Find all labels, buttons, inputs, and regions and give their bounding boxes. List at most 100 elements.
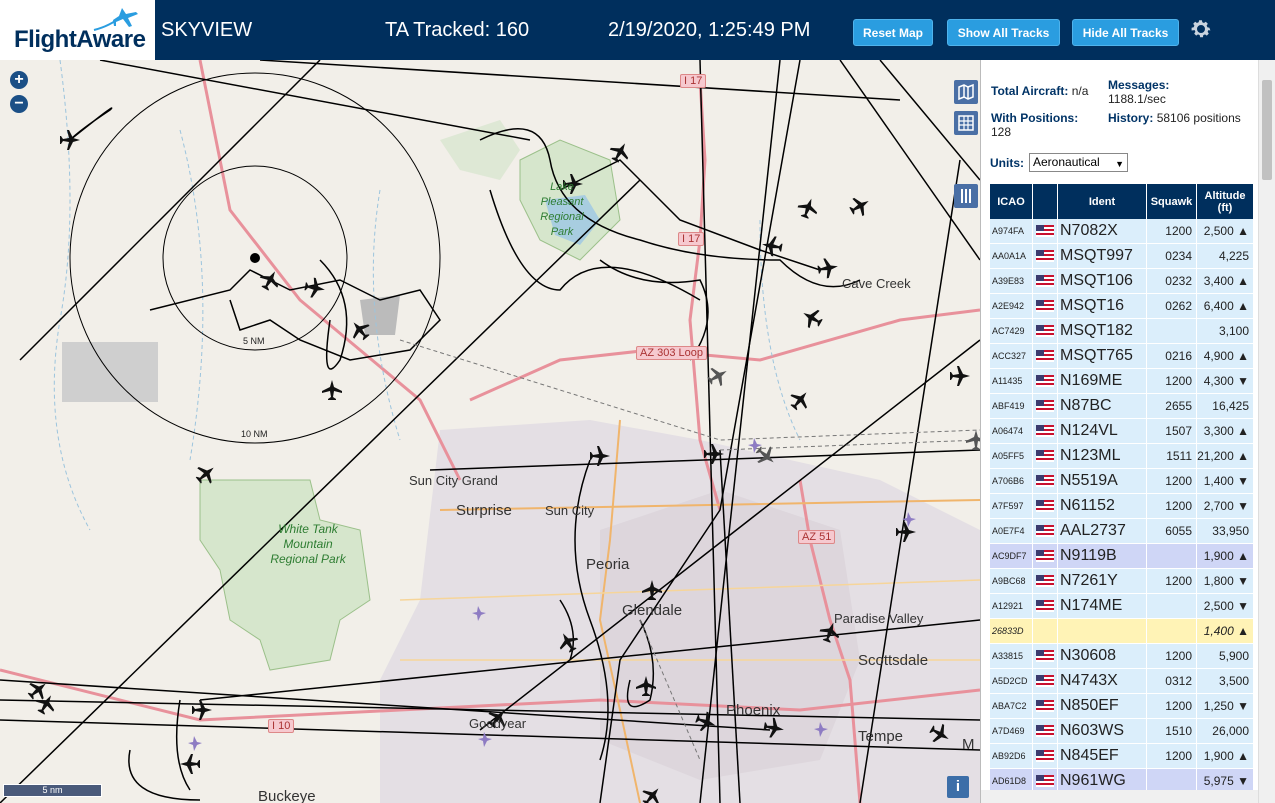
- cell-icao: A0E7F4: [990, 519, 1033, 543]
- place-surprise: Surprise: [456, 502, 512, 519]
- place-scottsdale: Scottsdale: [858, 652, 929, 669]
- col-squawk[interactable]: Squawk: [1147, 184, 1197, 219]
- table-row[interactable]: ABF419 N87BC 2655 16,425: [990, 394, 1254, 419]
- cell-flag: [1033, 569, 1058, 593]
- col-altitude[interactable]: Altitude (ft): [1197, 184, 1254, 219]
- table-row[interactable]: A11435 N169ME 1200 4,300 ▼: [990, 369, 1254, 394]
- panel-horizontal-scrollbar[interactable]: [981, 790, 1258, 803]
- panel-toggle-button[interactable]: [954, 184, 978, 208]
- table-row[interactable]: A05FF5 N123ML 1511 21,200 ▲: [990, 444, 1254, 469]
- cell-altitude: 3,400 ▲: [1197, 269, 1254, 293]
- hide-all-tracks-button[interactable]: Hide All Tracks: [1072, 19, 1179, 46]
- cell-squawk: 1200: [1147, 744, 1197, 768]
- cell-altitude: 3,300 ▲: [1197, 419, 1254, 443]
- logo-text: FlightAware: [14, 26, 146, 53]
- cell-squawk: [1147, 594, 1197, 618]
- cell-ident: AAL2737: [1058, 519, 1147, 543]
- cell-flag: [1033, 594, 1058, 618]
- cell-ident: [1058, 619, 1147, 643]
- panel-scrollbar[interactable]: [1258, 60, 1275, 803]
- col-flag[interactable]: [1033, 184, 1058, 219]
- cell-ident: N603WS: [1058, 719, 1147, 743]
- table-row[interactable]: AC7429 MSQT182 3,100: [990, 319, 1254, 344]
- cell-squawk: 1511: [1147, 444, 1197, 468]
- table-row[interactable]: A974FA N7082X 1200 2,500 ▲: [990, 219, 1254, 244]
- col-ident[interactable]: Ident: [1058, 184, 1147, 219]
- us-flag-icon: [1036, 600, 1054, 612]
- units-select[interactable]: Aeronautical: [1029, 153, 1128, 173]
- table-row[interactable]: A706B6 N5519A 1200 1,400 ▼: [990, 469, 1254, 494]
- map-view[interactable]: Cave Creek Sun City Grand Surprise Sun C…: [0, 60, 980, 803]
- cell-flag: [1033, 369, 1058, 393]
- table-row[interactable]: A7F597 N61152 1200 2,700 ▼: [990, 494, 1254, 519]
- cell-altitude: 3,500: [1197, 669, 1254, 693]
- cell-icao: 26833D: [990, 619, 1033, 643]
- cell-flag: [1033, 444, 1058, 468]
- flightaware-logo[interactable]: FlightAware: [0, 0, 155, 60]
- zoom-in-button[interactable]: +: [10, 71, 28, 89]
- table-row[interactable]: A33815 N30608 1200 5,900: [990, 644, 1254, 669]
- cell-icao: A11435: [990, 369, 1033, 393]
- cell-altitude: 21,200 ▲: [1197, 444, 1254, 468]
- table-row[interactable]: A7D469 N603WS 1510 26,000: [990, 719, 1254, 744]
- cell-flag: [1033, 719, 1058, 743]
- cell-ident: N61152: [1058, 494, 1147, 518]
- grid-icon: [958, 115, 974, 131]
- place-white-tank: White Tank Mountain Regional Park: [270, 522, 346, 566]
- total-aircraft-value: n/a: [1071, 84, 1089, 98]
- cell-icao: A2E942: [990, 294, 1033, 318]
- table-row[interactable]: ABA7C2 N850EF 1200 1,250 ▼: [990, 694, 1254, 719]
- grid-toggle-button[interactable]: [954, 111, 978, 135]
- cell-ident: N169ME: [1058, 369, 1147, 393]
- map-layers-button[interactable]: [954, 80, 978, 104]
- zoom-out-button[interactable]: −: [10, 95, 28, 113]
- cell-squawk: 1200: [1147, 219, 1197, 243]
- col-icao[interactable]: ICAO: [990, 184, 1033, 219]
- us-flag-icon: [1036, 450, 1054, 462]
- us-flag-icon: [1036, 475, 1054, 487]
- map-canvas: [0, 60, 980, 803]
- cell-icao: ACC327: [990, 344, 1033, 368]
- road-az51: AZ 51: [798, 530, 836, 544]
- reset-map-button[interactable]: Reset Map: [853, 19, 933, 46]
- cell-squawk: 0312: [1147, 669, 1197, 693]
- us-flag-icon: [1036, 500, 1054, 512]
- table-row[interactable]: AC9DF7 N9119B 1,900 ▲: [990, 544, 1254, 569]
- cell-ident: MSQT106: [1058, 269, 1147, 293]
- cell-icao: ABF419: [990, 394, 1033, 418]
- cell-altitude: 2,500 ▲: [1197, 219, 1254, 243]
- info-button[interactable]: i: [947, 776, 969, 798]
- total-aircraft-label: Total Aircraft:: [991, 84, 1069, 98]
- range-ring-5nm-label: 5 NM: [243, 336, 265, 346]
- us-flag-icon: [1036, 750, 1054, 762]
- show-all-tracks-button[interactable]: Show All Tracks: [947, 19, 1060, 46]
- table-row[interactable]: A39E83 MSQT106 0232 3,400 ▲: [990, 269, 1254, 294]
- cell-flag: [1033, 544, 1058, 568]
- table-row[interactable]: AA0A1A MSQT997 0234 4,225: [990, 244, 1254, 269]
- table-row[interactable]: A9BC68 N7261Y 1200 1,800 ▼: [990, 569, 1254, 594]
- cell-icao: A9BC68: [990, 569, 1033, 593]
- table-row[interactable]: ACC327 MSQT765 0216 4,900 ▲: [990, 344, 1254, 369]
- with-positions-value: 128: [991, 125, 1012, 139]
- place-cave-creek: Cave Creek: [842, 276, 911, 291]
- table-header: ICAO Ident Squawk Altitude (ft): [990, 184, 1254, 219]
- table-row[interactable]: AB92D6 N845EF 1200 1,900 ▲: [990, 744, 1254, 769]
- scrollbar-thumb[interactable]: [1262, 80, 1272, 180]
- cell-altitude: 3,100: [1197, 319, 1254, 343]
- cell-squawk: 0234: [1147, 244, 1197, 268]
- table-row[interactable]: A12921 N174ME 2,500 ▼: [990, 594, 1254, 619]
- cell-ident: N4743X: [1058, 669, 1147, 693]
- history-stat: History: 58106 positions: [1108, 111, 1243, 125]
- cell-squawk: 1200: [1147, 644, 1197, 668]
- cell-ident: MSQT997: [1058, 244, 1147, 268]
- table-row[interactable]: A2E942 MSQT16 0262 6,400 ▲: [990, 294, 1254, 319]
- table-row[interactable]: A0E7F4 AAL2737 6055 33,950: [990, 519, 1254, 544]
- header-bar: FlightAware SKYVIEW TA Tracked: 160 2/19…: [0, 0, 1275, 60]
- gear-icon[interactable]: [1189, 17, 1213, 41]
- table-row[interactable]: A06474 N124VL 1507 3,300 ▲: [990, 419, 1254, 444]
- cell-icao: A5D2CD: [990, 669, 1033, 693]
- table-row[interactable]: 26833D 1,400 ▲: [990, 619, 1254, 644]
- cell-ident: N7261Y: [1058, 569, 1147, 593]
- table-row[interactable]: A5D2CD N4743X 0312 3,500: [990, 669, 1254, 694]
- cell-altitude: 1,400 ▲: [1197, 619, 1254, 643]
